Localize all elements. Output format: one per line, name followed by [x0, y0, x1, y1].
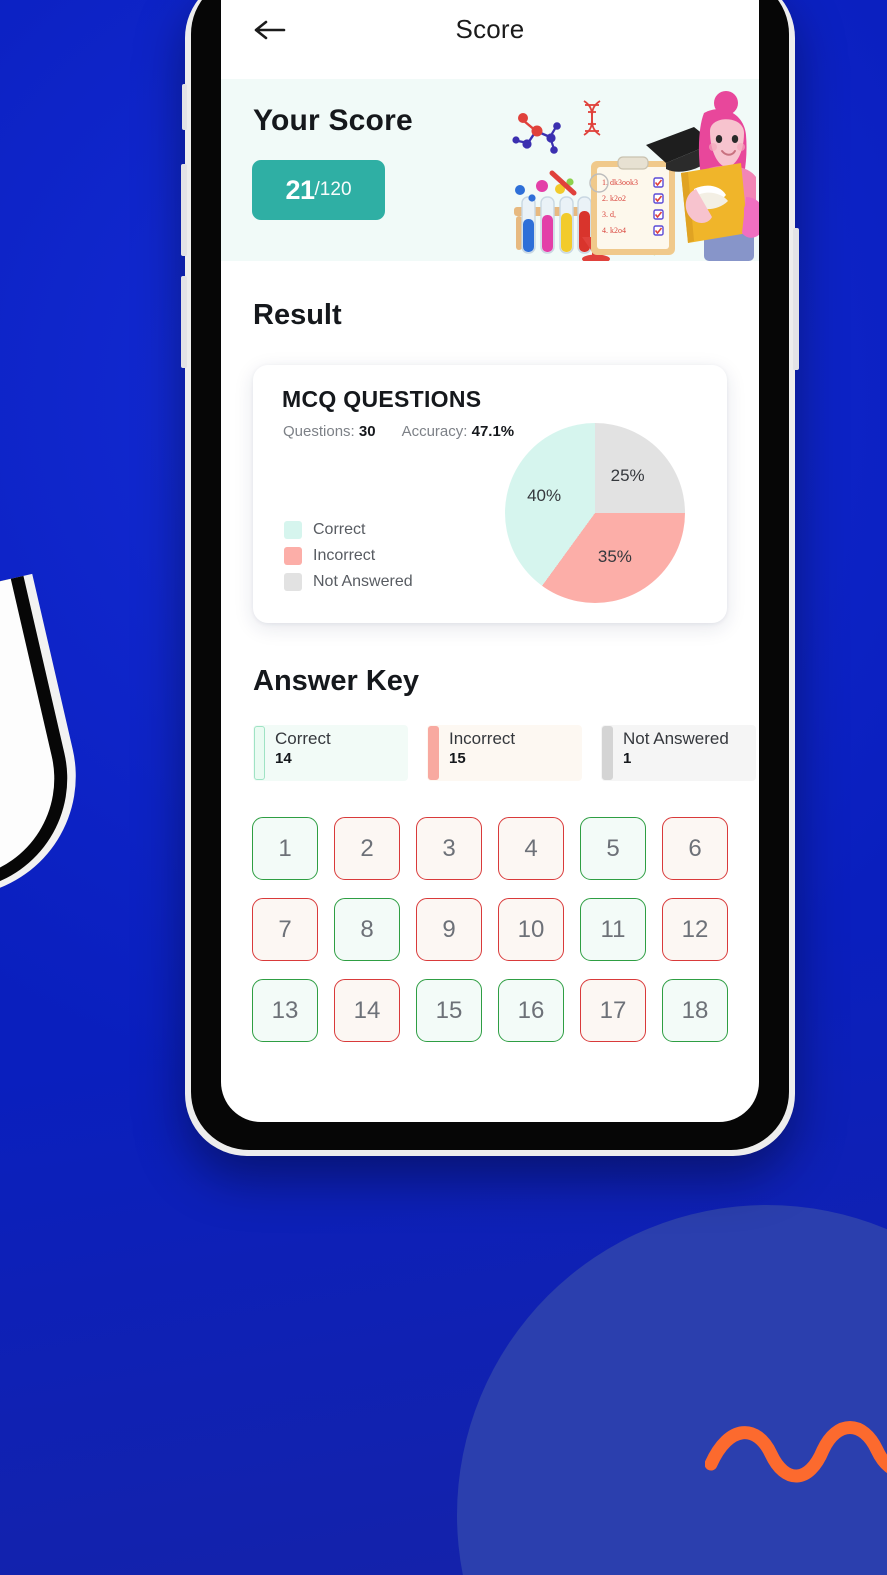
test-tube-rack-icon	[514, 178, 592, 254]
chip-accent-bar	[602, 726, 613, 780]
question-cell-14[interactable]: 14	[334, 979, 400, 1042]
question-cell-10[interactable]: 10	[498, 898, 564, 961]
score-value: 21	[285, 174, 315, 205]
legend-item-correct: Correct	[284, 517, 413, 543]
question-cell-5[interactable]: 5	[580, 817, 646, 880]
question-cell-16[interactable]: 16	[498, 979, 564, 1042]
legend-item-incorrect: Incorrect	[284, 543, 413, 569]
chip-count: 1	[623, 749, 632, 767]
questions-meta: Questions: 30	[283, 423, 376, 440]
question-cell-1[interactable]: 1	[252, 817, 318, 880]
result-card: MCQ QUESTIONS Questions: 30 Accuracy: 47…	[253, 365, 727, 623]
score-badge: 21 /120	[252, 160, 385, 220]
questions-value: 30	[358, 423, 376, 440]
answer-key-chip-not-answered[interactable]: Not Answered 1	[601, 725, 756, 781]
question-cell-6[interactable]: 6	[662, 817, 728, 880]
legend-swatch-icon	[284, 521, 302, 539]
chip-count: 14	[275, 749, 292, 767]
pie-slice-label-incorrect: 35%	[597, 546, 632, 566]
background-accent-circle	[457, 1205, 887, 1575]
chip-accent-bar	[428, 726, 439, 780]
question-cell-2[interactable]: 2	[334, 817, 400, 880]
answer-key-chip-incorrect[interactable]: Incorrect 15	[427, 725, 582, 781]
app-bar: Score	[221, 0, 759, 79]
question-number-grid: 1 2 3 4 5 6 7 8 9 10 11 12 13 14 15 16 17 18	[252, 817, 728, 1042]
phone-device-frame: Score Your Score 21 /120 1. dk3ook3 2. k…	[181, 0, 799, 1156]
question-cell-11[interactable]: 11	[580, 898, 646, 961]
legend-swatch-icon	[284, 547, 302, 565]
score-total: /120	[314, 179, 352, 200]
svg-text:3. d,: 3. d,	[602, 210, 616, 219]
legend-label: Incorrect	[313, 547, 376, 564]
question-cell-17[interactable]: 17	[580, 979, 646, 1042]
legend-label: Not Answered	[313, 573, 413, 590]
question-cell-18[interactable]: 18	[662, 979, 728, 1042]
answer-key-chip-correct[interactable]: Correct 14	[253, 725, 408, 781]
question-cell-13[interactable]: 13	[252, 979, 318, 1042]
legend-item-not-answered: Not Answered	[284, 569, 413, 595]
chip-text: Correct 14	[265, 725, 331, 781]
pie-chart-disc	[505, 423, 685, 603]
questions-label: Questions:	[283, 423, 355, 440]
question-cell-15[interactable]: 15	[416, 979, 482, 1042]
question-cell-3[interactable]: 3	[416, 817, 482, 880]
score-banner: Your Score 21 /120 1. dk3ook3 2. k2o2 3.…	[221, 79, 759, 261]
phone-power-button[interactable]	[793, 228, 799, 370]
phone-volume-up-button[interactable]	[181, 164, 187, 256]
accuracy-meta: Accuracy: 47.1%	[402, 423, 515, 440]
clipboard-icon: 1. dk3ook3 2. k2o2 3. d, 4. k2o4	[589, 156, 675, 255]
student-with-clipboard-illustration: 1. dk3ook3 2. k2o2 3. d, 4. k2o4	[512, 91, 759, 261]
answer-key-heading: Answer Key	[253, 665, 420, 697]
score-heading: Your Score	[253, 104, 413, 137]
answer-key-summary-chips: Correct 14 Incorrect 15 Not Answered 1	[253, 725, 759, 781]
arrow-left-icon	[254, 20, 286, 40]
pie-slice-label-not-answered: 25%	[610, 466, 645, 486]
pie-slice-label-correct: 40%	[527, 486, 562, 506]
chip-label: Incorrect	[449, 729, 516, 748]
question-cell-8[interactable]: 8	[334, 898, 400, 961]
dna-helix-icon	[583, 100, 601, 136]
phone-volume-down-button[interactable]	[181, 276, 187, 368]
question-cell-12[interactable]: 12	[662, 898, 728, 961]
question-cell-9[interactable]: 9	[416, 898, 482, 961]
accuracy-label: Accuracy:	[401, 423, 468, 440]
svg-text:2. k2o2: 2. k2o2	[602, 194, 626, 203]
page-title: Score	[455, 14, 525, 44]
phone-bezel: Score Your Score 21 /120 1. dk3ook3 2. k…	[191, 0, 789, 1150]
pie-chart-legend: Correct Incorrect Not Answered	[284, 517, 413, 595]
back-button[interactable]	[248, 10, 292, 50]
legend-label: Correct	[313, 521, 366, 538]
chip-text: Not Answered 1	[613, 725, 729, 781]
chip-label: Correct	[275, 729, 331, 748]
question-cell-7[interactable]: 7	[252, 898, 318, 961]
mcq-meta-row: Questions: 30 Accuracy: 47.1%	[283, 423, 514, 440]
legend-swatch-icon	[284, 573, 302, 591]
chip-count: 15	[449, 749, 466, 767]
pie-chart: 25% 35% 40%	[505, 423, 695, 613]
phone-screen: Score Your Score 21 /120 1. dk3ook3 2. k…	[221, 0, 759, 1122]
question-cell-4[interactable]: 4	[498, 817, 564, 880]
chip-text: Incorrect 15	[439, 725, 515, 781]
phone-silent-switch[interactable]	[182, 84, 187, 130]
svg-text:4. k2o4: 4. k2o4	[602, 226, 626, 235]
molecule-red-icon	[512, 113, 561, 154]
result-heading: Result	[253, 299, 342, 331]
chip-label: Not Answered	[623, 729, 729, 748]
student-character-icon	[681, 91, 759, 261]
squiggle-decoration	[705, 1421, 887, 1483]
chip-accent-bar	[254, 726, 265, 780]
mcq-card-title: MCQ QUESTIONS	[282, 386, 482, 412]
